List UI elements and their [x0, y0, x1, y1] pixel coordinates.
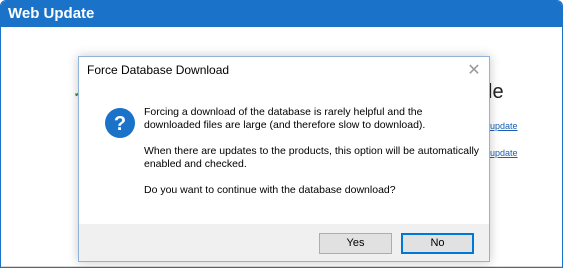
dialog-message: Forcing a download of the database is ra…: [144, 106, 480, 197]
question-icon: ?: [105, 108, 135, 138]
yes-button[interactable]: Yes: [319, 233, 392, 254]
message-paragraph-2: When there are updates to the products, …: [144, 145, 480, 170]
window-divider: [1, 266, 562, 267]
message-paragraph-1: Forcing a download of the database is ra…: [144, 106, 426, 131]
update-link-1[interactable]: update: [490, 121, 518, 131]
dialog-button-bar: Yes No: [79, 224, 489, 261]
no-button[interactable]: No: [401, 233, 474, 254]
update-link-2[interactable]: update: [490, 148, 518, 158]
product-heading: le: [488, 81, 504, 103]
dialog-titlebar: Force Database Download ✕: [79, 57, 489, 84]
dialog-title: Force Database Download: [87, 63, 230, 77]
dialog-body: ? Forcing a download of the database is …: [79, 84, 489, 224]
message-paragraph-3: Do you want to continue with the databas…: [144, 184, 396, 196]
svg-text:?: ?: [114, 113, 126, 135]
close-icon[interactable]: ✕: [465, 57, 483, 84]
force-database-download-dialog: Force Database Download ✕ ? Forcing a do…: [78, 56, 490, 262]
window-title: Web Update: [1, 1, 562, 27]
